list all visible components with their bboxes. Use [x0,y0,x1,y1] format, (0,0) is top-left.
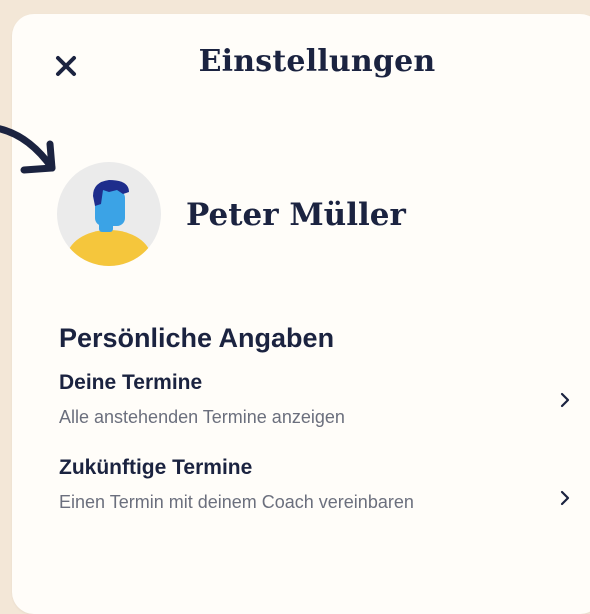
settings-panel: Einstellungen Peter Müller Persönliche A… [12,14,590,614]
section-title: Persönliche Angaben [59,323,335,353]
list-item-subtitle: Einen Termin mit deinem Coach vereinbare… [59,492,414,512]
list-item-title: Zukünftige Termine [59,456,253,479]
chevron-right-icon [560,490,570,506]
chevron-right-icon [560,392,570,408]
pointer-arrow-icon [0,125,56,174]
user-name: Peter Müller [186,197,406,233]
list-item-zukuenftige-termine[interactable]: Zukünftige Termine Einen Termin mit dein… [59,455,589,518]
list-item-deine-termine[interactable]: Deine Termine Alle anstehenden Termine a… [59,370,589,433]
list-item-subtitle: Alle anstehenden Termine anzeigen [59,407,345,427]
list-item-title: Deine Termine [59,371,203,394]
page-title: Einstellungen [198,44,436,79]
